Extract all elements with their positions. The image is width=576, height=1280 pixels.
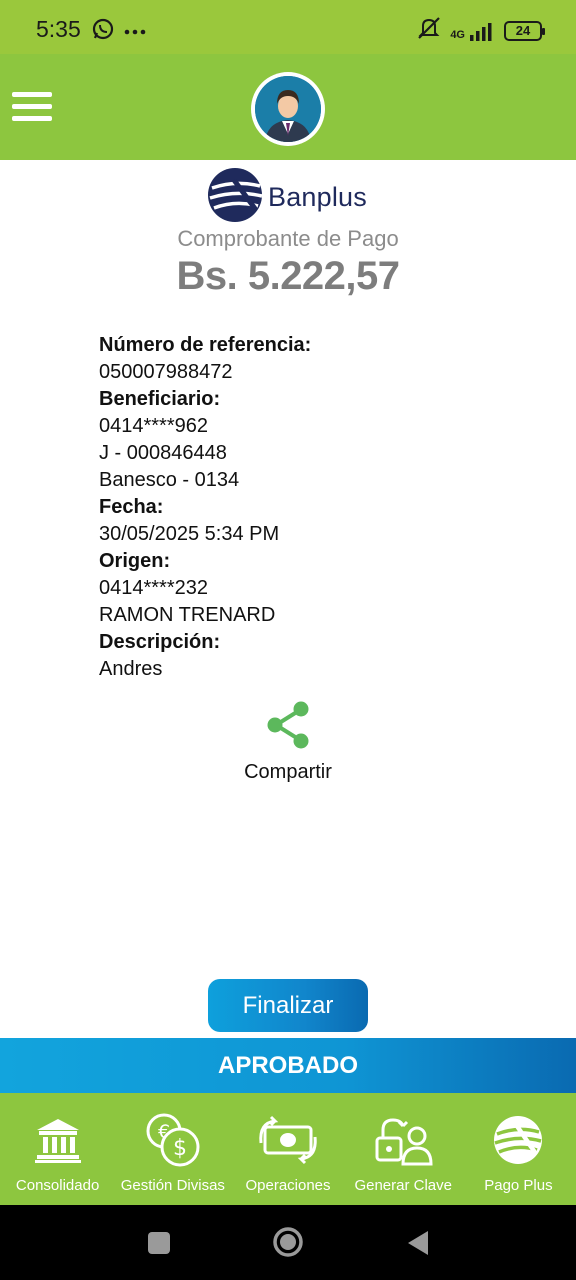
nav-item-operaciones[interactable]: Operaciones [230,1093,345,1205]
mute-icon [416,16,442,45]
nav-label-pago-plus: Pago Plus [484,1177,553,1194]
share-icon [264,701,312,754]
app-header [0,54,576,160]
status-bar: 5:35 4G 24 [0,0,576,54]
battery-icon: 24 [504,20,545,41]
origin-name: RAMON TRENARD [99,604,276,626]
beneficiary-label: Beneficiario: [99,388,221,410]
beneficiary-id: J - 000846448 [99,442,227,464]
nav-label-operaciones: Operaciones [245,1177,331,1194]
currency-exchange-icon: € $ [144,1111,202,1169]
origin-phone: 0414****232 [99,577,208,599]
nav-label-gestion-divisas: Gestión Divisas [120,1177,225,1194]
bank-logo: Banplus [206,166,367,229]
bank-icon [33,1111,83,1169]
status-badge: APROBADO [0,1038,576,1093]
reference-label: Número de referencia: [99,334,312,356]
avatar-icon [255,76,321,142]
beneficiary-phone: 0414****962 [99,415,208,437]
svg-text:$: $ [173,1136,187,1161]
receipt-details: Número de referencia: 050007988472 Benef… [99,332,499,683]
nav-item-consolidado[interactable]: Consolidado [0,1093,115,1205]
nav-item-generar-clave[interactable]: Generar Clave [346,1093,461,1205]
date-value: 30/05/2025 5:34 PM [99,523,280,545]
status-time: 5:35 [36,16,81,42]
receipt-amount: Bs. 5.222,57 [176,254,400,298]
signal-icon: 4G [450,21,496,41]
date-label: Fecha: [99,496,164,518]
back-icon[interactable] [406,1229,430,1262]
receipt-title: Comprobante de Pago [177,226,399,251]
banplus-logo-icon [492,1111,544,1169]
home-icon[interactable] [272,1226,304,1263]
avatar[interactable] [251,72,325,146]
nav-label-consolidado: Consolidado [15,1177,100,1194]
origin-label: Origen: [99,550,171,572]
reference-value: 050007988472 [99,361,233,383]
menu-icon[interactable] [12,92,52,122]
network-type: 4G [450,28,465,41]
finish-button[interactable]: Finalizar [208,979,368,1032]
nav-label-generar-clave: Generar Clave [354,1177,452,1194]
share-button[interactable]: Compartir [0,700,576,784]
whatsapp-icon [92,18,114,45]
bank-name: Banplus [268,182,367,212]
cash-transfer-icon [257,1111,319,1169]
description-label: Descripción: [99,631,221,653]
more-dots-icon [124,23,146,41]
bottom-nav: Consolidado € $ Gestión Divisas Operacio… [0,1093,576,1205]
description-value: Andres [99,658,163,680]
lock-user-icon [373,1111,433,1169]
banplus-logo-icon [206,166,264,229]
beneficiary-bank: Banesco - 0134 [99,469,240,491]
recent-apps-icon[interactable] [147,1231,171,1260]
share-label: Compartir [244,761,332,783]
android-nav-bar [0,1205,576,1280]
nav-item-gestion-divisas[interactable]: € $ Gestión Divisas [115,1093,230,1205]
nav-item-pago-plus[interactable]: Pago Plus [461,1093,576,1205]
